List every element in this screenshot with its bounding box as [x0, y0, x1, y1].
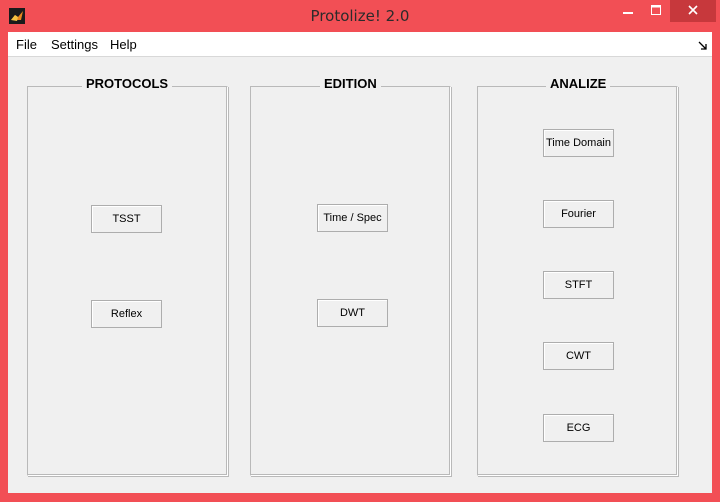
minimize-icon	[623, 2, 633, 20]
dock-arrow-icon[interactable]	[698, 38, 708, 50]
tsst-button[interactable]: TSST	[91, 205, 162, 233]
time-domain-button[interactable]: Time Domain	[543, 129, 614, 157]
app-window: Protolize! 2.0 File Settings Help PROTOC…	[0, 0, 720, 502]
ecg-button[interactable]: ECG	[543, 414, 614, 442]
close-button[interactable]	[670, 0, 716, 22]
maximize-button[interactable]	[642, 0, 670, 22]
figure-content: PROTOCOLS EDITION ANALIZE TSST Reflex Ti…	[8, 57, 712, 493]
maximize-icon	[651, 2, 661, 20]
reflex-button[interactable]: Reflex	[91, 300, 162, 328]
edition-panel	[250, 86, 451, 476]
menu-file[interactable]: File	[16, 37, 37, 52]
close-icon	[688, 2, 698, 20]
protocols-panel	[27, 86, 228, 476]
window-title: Protolize! 2.0	[310, 7, 410, 25]
title-bar[interactable]: Protolize! 2.0	[0, 0, 720, 32]
stft-button[interactable]: STFT	[543, 271, 614, 299]
dwt-button[interactable]: DWT	[317, 299, 388, 327]
protocols-panel-title: PROTOCOLS	[82, 76, 173, 91]
cwt-button[interactable]: CWT	[543, 342, 614, 370]
fourier-button[interactable]: Fourier	[543, 200, 614, 228]
time-spec-button[interactable]: Time / Spec	[317, 204, 388, 232]
edition-panel-title: EDITION	[320, 76, 381, 91]
menu-settings[interactable]: Settings	[51, 37, 98, 52]
analize-panel-title: ANALIZE	[546, 76, 611, 91]
menu-bar: File Settings Help	[8, 32, 712, 57]
menu-help[interactable]: Help	[110, 37, 137, 52]
minimize-button[interactable]	[614, 0, 642, 22]
